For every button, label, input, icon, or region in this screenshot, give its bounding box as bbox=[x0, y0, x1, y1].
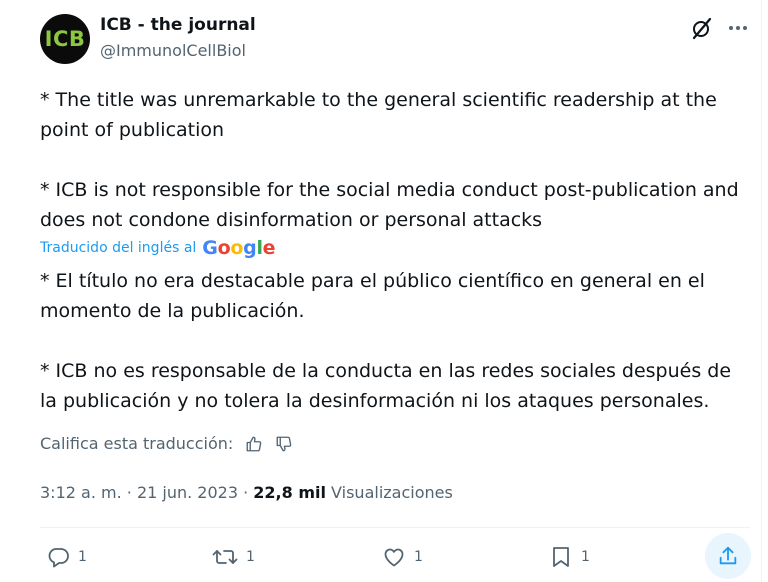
tweet-meta: 3:12 a. m. · 21 jun. 2023 · 22,8 mil Vis… bbox=[40, 483, 453, 502]
meta-separator: · bbox=[121, 483, 137, 502]
reply-button[interactable]: 1 bbox=[46, 541, 87, 573]
translated-paragraph-1: * El título no era destacable para el pú… bbox=[40, 270, 705, 322]
retweet-count: 1 bbox=[246, 549, 255, 565]
bookmark-icon bbox=[553, 547, 569, 567]
retweet-button[interactable]: 1 bbox=[212, 541, 255, 573]
meta-separator-2: · bbox=[238, 483, 254, 502]
share-icon bbox=[719, 546, 737, 565]
share-button[interactable] bbox=[705, 533, 751, 579]
rate-label: Califica esta traducción: bbox=[40, 434, 234, 453]
tweet-date[interactable]: 21 jun. 2023 bbox=[137, 483, 238, 502]
original-paragraph-2: * ICB is not responsible for the social … bbox=[40, 179, 739, 231]
grok-icon[interactable] bbox=[690, 16, 714, 40]
thumbs-up-icon[interactable] bbox=[245, 435, 263, 453]
translated-paragraph-2: * ICB no es responsable de la conducta e… bbox=[40, 360, 732, 412]
author-handle[interactable]: @ImmunolCellBiol bbox=[100, 41, 246, 60]
reply-count: 1 bbox=[78, 549, 87, 565]
bookmark-button[interactable]: 1 bbox=[549, 541, 590, 573]
rate-translation: Califica esta traducción: bbox=[40, 434, 293, 453]
author-name[interactable]: ICB - the journal bbox=[100, 15, 256, 35]
tweet-time[interactable]: 3:12 a. m. bbox=[40, 483, 122, 502]
like-count: 1 bbox=[414, 549, 423, 565]
avatar-text: ICB bbox=[44, 27, 86, 51]
column-border bbox=[761, 0, 762, 582]
divider bbox=[40, 527, 750, 528]
thumbs-down-icon[interactable] bbox=[275, 435, 293, 453]
original-paragraph-1: * The title was unremarkable to the gene… bbox=[40, 89, 717, 141]
like-button[interactable]: 1 bbox=[382, 541, 423, 573]
reply-icon bbox=[48, 548, 69, 568]
views-label[interactable]: Visualizaciones bbox=[331, 483, 453, 502]
views-count[interactable]: 22,8 mil bbox=[253, 483, 326, 502]
more-icon[interactable] bbox=[726, 16, 750, 40]
google-logo: Google bbox=[202, 237, 276, 259]
translated-label: Traducido del inglés al bbox=[40, 240, 197, 256]
like-icon bbox=[384, 548, 404, 567]
avatar[interactable]: ICB bbox=[40, 14, 90, 64]
translation-attribution[interactable]: Traducido del inglés al Google bbox=[40, 237, 276, 259]
retweet-icon bbox=[212, 550, 238, 564]
bookmark-count: 1 bbox=[581, 549, 590, 565]
